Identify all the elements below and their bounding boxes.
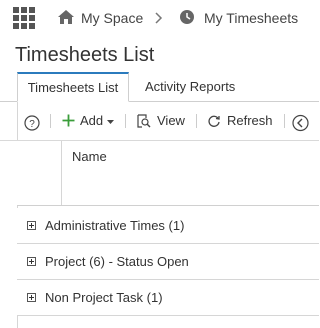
breadcrumb-my-timesheets[interactable]: My Timesheets: [204, 10, 298, 26]
toolbar-separator: [196, 114, 197, 128]
plus-icon: [62, 114, 75, 127]
group-row[interactable]: Project (6) - Status Open: [17, 244, 319, 280]
refresh-button-label: Refresh: [227, 113, 273, 128]
add-button-label: Add: [80, 113, 104, 128]
grid-header: Name: [17, 141, 319, 206]
group-row-label: Administrative Times (1): [45, 218, 185, 233]
group-row[interactable]: Administrative Times (1): [17, 208, 319, 244]
tab-activity-reports[interactable]: Activity Reports: [137, 72, 243, 102]
toolbar-separator: [125, 114, 126, 128]
top-bar: My Space My Timesheets: [0, 0, 319, 40]
expand-plus-icon[interactable]: [27, 257, 36, 266]
group-row-label: Non Project Task (1): [45, 290, 163, 305]
tab-bar: Timesheets List Activity Reports: [0, 72, 319, 102]
clock-icon: [180, 10, 194, 24]
toolbar-separator: [284, 114, 285, 128]
view-button-label: View: [157, 113, 185, 128]
caret-down-icon: [107, 120, 114, 124]
view-icon: [137, 114, 151, 128]
row-selector-column[interactable]: [17, 141, 62, 205]
group-row[interactable]: Non Project Task (1): [17, 280, 319, 316]
chevron-right-icon: [155, 12, 163, 24]
column-header-name[interactable]: Name: [72, 149, 107, 164]
app-launcher-grid-icon[interactable]: [13, 7, 35, 29]
group-row-label: Project (6) - Status Open: [45, 254, 189, 269]
circle-chevron-left-icon[interactable]: [292, 113, 309, 133]
toolbar-separator: [50, 114, 51, 128]
expand-plus-icon[interactable]: [27, 293, 36, 302]
tab-timesheets-list[interactable]: Timesheets List: [17, 72, 129, 102]
refresh-icon: [208, 115, 220, 127]
toolbar: ? Add View Refresh: [0, 102, 319, 141]
expand-plus-icon[interactable]: [27, 221, 36, 230]
help-icon[interactable]: ?: [24, 113, 40, 133]
svg-text:?: ?: [29, 119, 35, 130]
home-icon: [58, 10, 74, 24]
page-title: Timesheets List: [15, 44, 155, 66]
breadcrumb-my-space[interactable]: My Space: [81, 10, 143, 26]
